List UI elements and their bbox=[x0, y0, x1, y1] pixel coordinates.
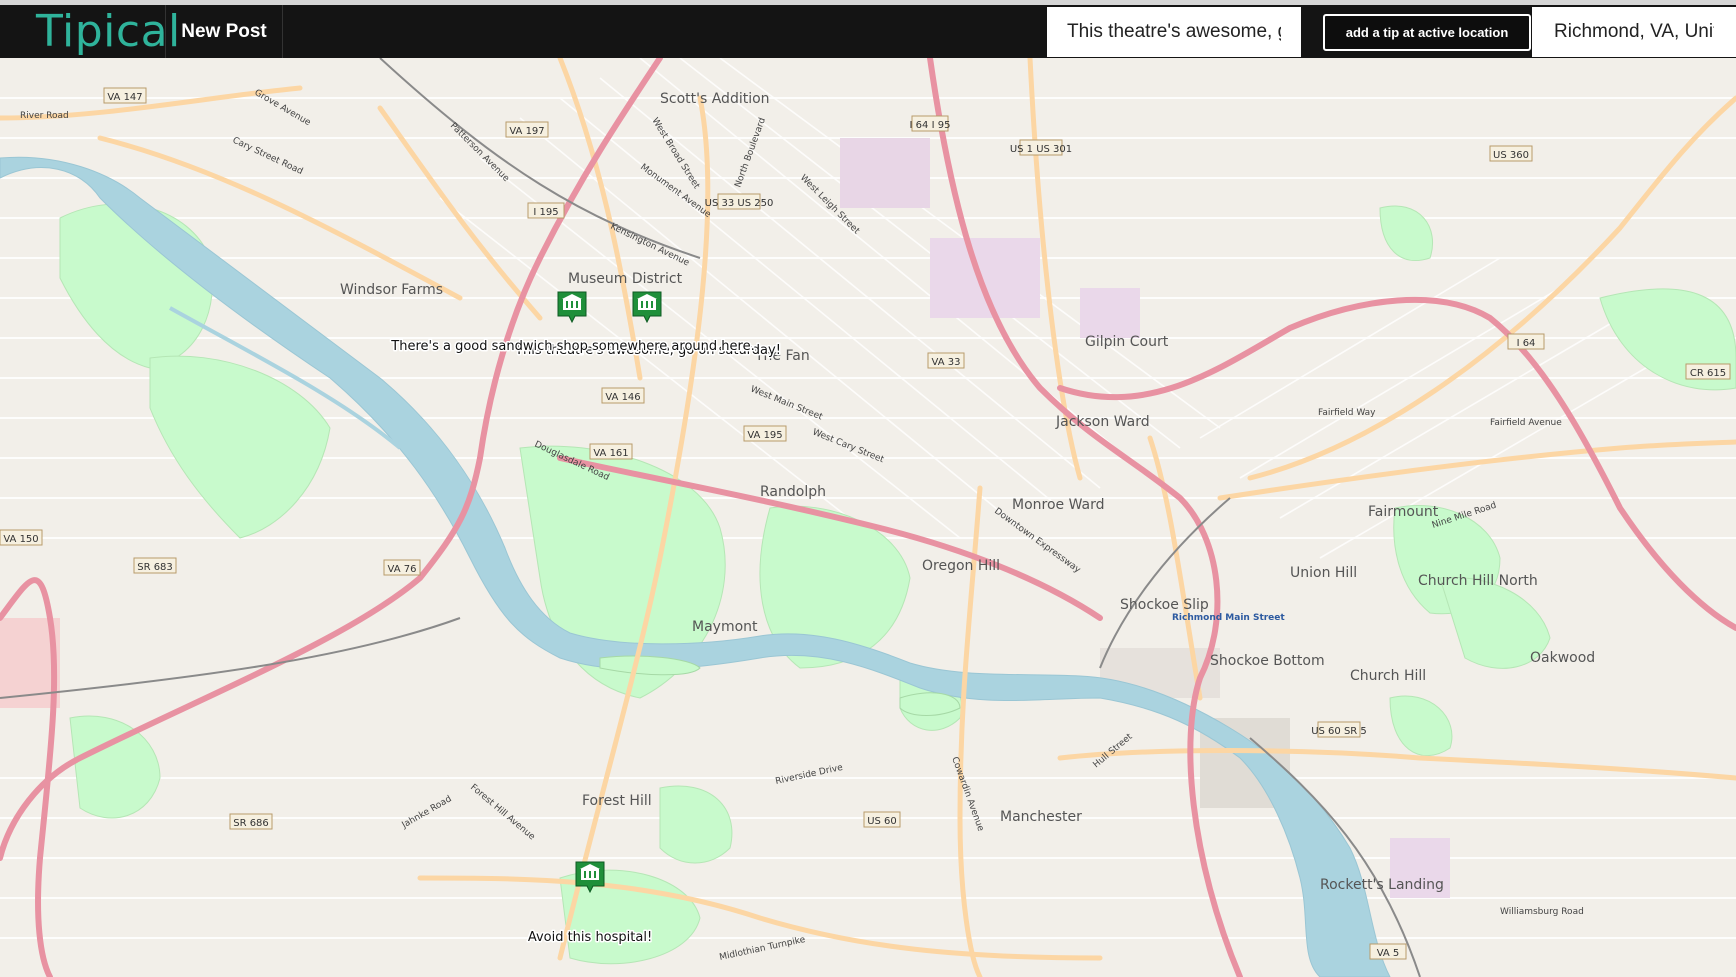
svg-text:US 1 US 301: US 1 US 301 bbox=[1010, 144, 1072, 155]
new-post-button[interactable]: New Post bbox=[166, 5, 283, 58]
area-label-fairmount: Fairmount bbox=[1368, 504, 1439, 520]
shield-va-76: VA 76 bbox=[383, 559, 421, 576]
svg-text:US 60 SR 5: US 60 SR 5 bbox=[1311, 726, 1367, 737]
area-label-oakwood: Oakwood bbox=[1530, 650, 1595, 666]
svg-text:I 64 I 95: I 64 I 95 bbox=[910, 120, 951, 131]
area-label-monroe-ward: Monroe Ward bbox=[1012, 497, 1105, 513]
area-label-windsor-farms: Windsor Farms bbox=[340, 282, 443, 298]
svg-text:US 60: US 60 bbox=[867, 816, 897, 827]
svg-text:US 33 US 250: US 33 US 250 bbox=[705, 198, 774, 209]
tip-label-sandwich: There's a good sandwich shop somewhere a… bbox=[390, 339, 754, 354]
shield-cr-615: CR 615 bbox=[1685, 363, 1731, 380]
area-label-union-hill: Union Hill bbox=[1290, 565, 1357, 581]
area-label-jackson-ward: Jackson Ward bbox=[1055, 414, 1150, 430]
svg-text:VA 5: VA 5 bbox=[1377, 948, 1400, 959]
area-label-church-hill-north: Church Hill North bbox=[1418, 573, 1538, 589]
svg-text:VA 195: VA 195 bbox=[747, 430, 782, 441]
location-search-input[interactable] bbox=[1532, 7, 1736, 57]
add-tip-button[interactable]: add a tip at active location bbox=[1323, 14, 1531, 51]
brand-logo[interactable]: Tipical bbox=[0, 5, 180, 58]
shield-us-60-sr-5: US 60 SR 5 bbox=[1311, 721, 1367, 738]
area-label-randolph: Randolph bbox=[760, 484, 826, 500]
area-label-maymont: Maymont bbox=[692, 619, 758, 635]
shield-i-64-95: I 64 I 95 bbox=[910, 115, 951, 132]
brand-name: Tipical bbox=[36, 5, 181, 57]
svg-text:River Road: River Road bbox=[20, 111, 69, 121]
svg-text:VA 150: VA 150 bbox=[3, 534, 38, 545]
svg-text:CR 615: CR 615 bbox=[1690, 368, 1726, 379]
area-label-oregon-hill: Oregon Hill bbox=[922, 558, 1000, 574]
area-label-shockoe-slip: Shockoe Slip bbox=[1120, 597, 1209, 613]
map-view[interactable]: Scott's Addition Museum District Windsor… bbox=[0, 58, 1736, 977]
svg-text:VA 33: VA 33 bbox=[932, 357, 961, 368]
shield-sr-686: SR 686 bbox=[229, 813, 273, 830]
svg-text:Fairfield Way: Fairfield Way bbox=[1318, 408, 1376, 418]
shield-us-60: US 60 bbox=[863, 811, 901, 828]
top-navbar: Tipical New Post add a tip at active loc… bbox=[0, 0, 1736, 58]
svg-text:I 64: I 64 bbox=[1517, 338, 1536, 349]
shield-va-146: VA 146 bbox=[601, 387, 645, 404]
shield-va-150: VA 150 bbox=[0, 529, 43, 546]
tip-text-input[interactable] bbox=[1047, 7, 1301, 57]
shield-i-64: I 64 bbox=[1507, 333, 1545, 350]
area-label-forest-hill: Forest Hill bbox=[582, 793, 652, 809]
area-label-manchester: Manchester bbox=[1000, 809, 1082, 825]
shield-va-195: VA 195 bbox=[743, 425, 787, 442]
shield-va-147: VA 147 bbox=[103, 87, 147, 104]
area-label-scotts-addition: Scott's Addition bbox=[660, 91, 770, 107]
svg-text:US 360: US 360 bbox=[1493, 150, 1529, 161]
svg-text:SR 683: SR 683 bbox=[137, 562, 173, 573]
svg-text:Fairfield Avenue: Fairfield Avenue bbox=[1490, 418, 1562, 428]
shield-us-360: US 360 bbox=[1489, 145, 1533, 162]
area-label-rocketts-landing: Rockett's Landing bbox=[1320, 877, 1444, 893]
area-label-shockoe-bottom: Shockoe Bottom bbox=[1210, 653, 1325, 669]
svg-text:VA 146: VA 146 bbox=[605, 392, 640, 403]
svg-text:SR 686: SR 686 bbox=[233, 818, 269, 829]
map-canvas[interactable]: Scott's Addition Museum District Windsor… bbox=[0, 58, 1736, 977]
shield-i-195: I 195 bbox=[527, 202, 565, 219]
svg-text:VA 147: VA 147 bbox=[107, 92, 142, 103]
svg-text:VA 76: VA 76 bbox=[388, 564, 417, 575]
shield-va-5: VA 5 bbox=[1369, 943, 1407, 960]
area-label-church-hill: Church Hill bbox=[1350, 668, 1426, 684]
tip-label-hospital: Avoid this hospital! bbox=[528, 930, 652, 945]
area-label-museum-district: Museum District bbox=[568, 271, 683, 287]
svg-text:Richmond Main Street: Richmond Main Street bbox=[1172, 613, 1285, 623]
svg-text:VA 197: VA 197 bbox=[509, 126, 544, 137]
svg-text:Williamsburg Road: Williamsburg Road bbox=[1500, 907, 1584, 917]
shield-va-161: VA 161 bbox=[589, 443, 633, 460]
svg-text:I 195: I 195 bbox=[533, 207, 558, 218]
svg-text:VA 161: VA 161 bbox=[593, 448, 628, 459]
shield-sr-683: SR 683 bbox=[133, 557, 177, 574]
shield-va-33: VA 33 bbox=[927, 352, 965, 369]
area-label-gilpin-court: Gilpin Court bbox=[1085, 334, 1169, 350]
shield-va-197: VA 197 bbox=[505, 121, 549, 138]
